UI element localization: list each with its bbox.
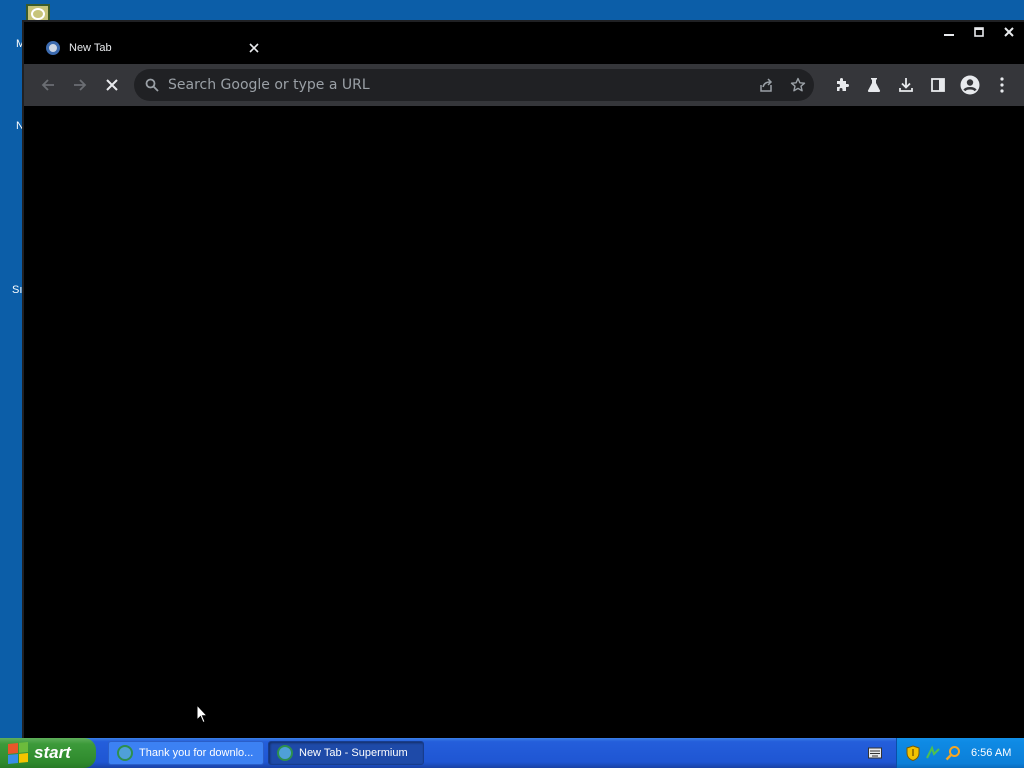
tab-new-tab[interactable]: New Tab (36, 31, 268, 64)
close-icon (1004, 27, 1014, 37)
maximize-button[interactable] (964, 22, 994, 42)
side-panel-icon (931, 78, 945, 92)
desktop-label-fragment: Sı (12, 284, 23, 296)
search-magnifier-icon[interactable] (945, 745, 961, 761)
toolbar-right (826, 69, 1018, 101)
taskbar-item-label: New Tab - Supermium (299, 747, 408, 759)
omnibox[interactable] (134, 69, 814, 101)
keyboard-icon[interactable] (868, 747, 882, 759)
taskbar-item-new-tab[interactable]: New Tab - Supermium (268, 741, 424, 765)
tab-favicon-icon (46, 40, 60, 55)
extensions-button[interactable] (826, 69, 858, 101)
system-tray: 6:56 AM (896, 738, 1024, 768)
taskbar-item-thank-you[interactable]: Thank you for downlo... (108, 741, 264, 765)
close-window-button[interactable] (994, 22, 1024, 42)
taskbar: start Thank you for downlo... New Tab - … (0, 738, 1024, 768)
maximize-icon (974, 27, 984, 37)
share-icon[interactable] (750, 69, 782, 101)
network-icon[interactable] (925, 745, 941, 761)
title-bar: New Tab (24, 22, 1024, 64)
labs-button[interactable] (858, 69, 890, 101)
security-shield-icon[interactable] (905, 745, 921, 761)
start-button[interactable]: start (0, 738, 96, 768)
address-input[interactable] (168, 77, 750, 93)
supermium-icon (277, 745, 293, 761)
browser-toolbar (24, 64, 1024, 106)
stop-loading-icon (106, 79, 118, 91)
download-button[interactable] (890, 69, 922, 101)
bookmark-star-icon[interactable] (782, 69, 814, 101)
windows-logo-icon (8, 741, 28, 765)
clock[interactable]: 6:56 AM (971, 747, 1011, 759)
start-label: start (34, 743, 71, 762)
taskbar-item-label: Thank you for downlo... (139, 747, 254, 759)
stop-button[interactable] (96, 69, 128, 101)
close-icon[interactable] (246, 40, 262, 56)
extensions-icon (837, 78, 849, 91)
menu-button[interactable] (986, 69, 1018, 101)
back-button[interactable] (32, 69, 64, 101)
profile-button[interactable] (954, 69, 986, 101)
search-icon (136, 78, 168, 92)
minimize-icon (944, 34, 954, 36)
back-arrow-icon (41, 79, 54, 91)
forward-button[interactable] (64, 69, 96, 101)
supermium-icon (117, 745, 133, 761)
mouse-cursor-icon (196, 704, 208, 724)
tab-title: New Tab (69, 41, 112, 54)
page-content (24, 106, 1024, 740)
profile-avatar-icon (960, 75, 980, 95)
forward-arrow-icon (74, 79, 87, 91)
side-panel-button[interactable] (922, 69, 954, 101)
labs-flask-icon (867, 78, 881, 92)
minimize-button[interactable] (934, 22, 964, 42)
download-icon (899, 78, 913, 92)
menu-kebab-icon (1000, 77, 1004, 93)
window-controls (934, 22, 1024, 42)
browser-window: New Tab (22, 20, 1024, 740)
